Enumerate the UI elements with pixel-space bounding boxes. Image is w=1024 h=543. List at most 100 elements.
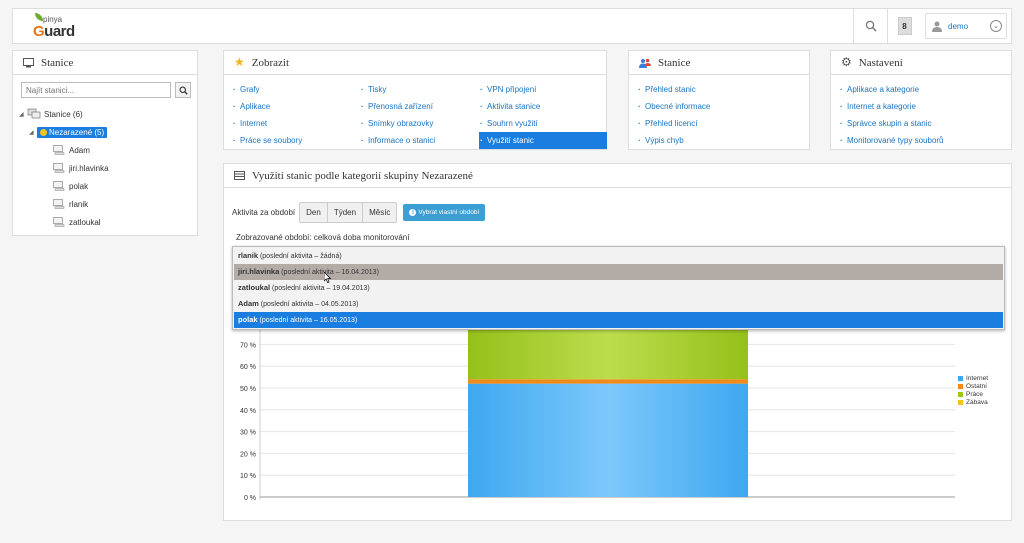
tree-station[interactable]: jiri.hlavinka	[19, 159, 109, 177]
stations-panel: Stanice ◢ Stanice (6) ◢ Nezarazené (5) A…	[12, 50, 198, 236]
legend-item[interactable]: Práce	[958, 390, 988, 398]
view-link[interactable]: Aplikace	[232, 98, 352, 115]
view-panel: ★ Zobrazit Grafy Aplikace Internet Práce…	[223, 50, 607, 150]
expand-triangle-icon[interactable]: ◢	[29, 129, 37, 136]
dropdown-option[interactable]: zatloukal (poslední aktivita – 19.04.201…	[234, 280, 1003, 296]
legend-label: Zábava	[966, 398, 988, 406]
y-tick-label: 50 %	[240, 386, 256, 393]
view-col-1: Grafy Aplikace Internet Práce se soubory	[232, 81, 352, 149]
settings-link[interactable]: Internet a kategorie	[839, 98, 1009, 115]
app-logo[interactable]: pinya Guard	[23, 13, 83, 41]
view-link[interactable]: Práce se soubory	[232, 132, 352, 149]
computer-icon	[53, 163, 65, 173]
station-label: zatloukal	[69, 217, 101, 227]
search-icon	[865, 20, 877, 32]
y-tick-label: 10 %	[240, 473, 256, 480]
view-link[interactable]: Přenosná zařízení	[360, 98, 480, 115]
station-label: jiri.hlavinka	[69, 163, 109, 173]
tree-root-label: Stanice (6)	[44, 109, 83, 119]
option-station-name: polak	[238, 315, 258, 324]
station-panel-title: Stanice	[658, 56, 691, 69]
station-panel: Stanice Přehled stanic Obecné informace …	[628, 50, 810, 150]
station-link[interactable]: Přehled licencí	[637, 115, 797, 132]
computer-icon	[53, 199, 65, 209]
legend-swatch	[958, 383, 963, 389]
gear-icon: ⚙	[841, 55, 852, 69]
tree-station[interactable]: zatloukal	[19, 213, 109, 231]
station-link[interactable]: Přehled stanic	[637, 81, 797, 98]
users-icon	[639, 58, 651, 68]
tree-station[interactable]: Adam	[19, 141, 109, 159]
computers-icon	[27, 108, 41, 119]
view-link[interactable]: VPN připojení	[479, 81, 607, 98]
station-tree: ◢ Stanice (6) ◢ Nezarazené (5) Adam jiri…	[19, 105, 109, 231]
option-detail: (poslední aktivita – 04.05.2013)	[258, 301, 359, 308]
view-link[interactable]: Grafy	[232, 81, 352, 98]
legend-item[interactable]: Zábava	[958, 398, 988, 406]
mouse-cursor-icon	[324, 272, 332, 283]
computer-icon	[53, 145, 65, 155]
dropdown-option[interactable]: jiri.hlavinka (poslední aktivita – 16.04…	[234, 264, 1003, 280]
view-col-3: VPN připojení Aktivita stanice Souhrn vy…	[479, 81, 607, 149]
expand-triangle-icon[interactable]: ◢	[19, 111, 27, 118]
tree-group-selected[interactable]: Nezarazené (5)	[37, 126, 108, 138]
legend-swatch	[958, 391, 963, 397]
tree-station[interactable]: rlanik	[19, 195, 109, 213]
dropdown-option[interactable]: rlanik (poslední aktivita – žádná)	[234, 248, 1003, 264]
notifications-button[interactable]: 8	[887, 9, 921, 43]
y-tick-label: 40 %	[240, 408, 256, 415]
legend-label: Práce	[966, 390, 983, 398]
legend-swatch	[958, 399, 963, 405]
view-link[interactable]: Internet	[232, 115, 352, 132]
view-link[interactable]: Souhrn využití	[479, 115, 607, 132]
chevron-down-icon: ⌄	[990, 20, 1002, 32]
view-link[interactable]: Snímky obrazovky	[360, 115, 480, 132]
user-menu[interactable]: demo ⌄	[925, 13, 1007, 39]
bar-segment-ostatní	[468, 379, 748, 384]
station-label: Adam	[69, 145, 90, 155]
y-tick-label: 70 %	[240, 342, 256, 349]
top-bar: pinya Guard 8 demo ⌄	[12, 8, 1012, 44]
legend-label: Internet	[966, 374, 989, 382]
option-station-name: Adam	[238, 299, 259, 308]
user-name: demo	[948, 21, 969, 31]
computer-icon	[53, 217, 65, 227]
legend-item[interactable]: Ostatní	[958, 382, 988, 390]
notification-count: 8	[897, 17, 912, 35]
station-dropdown[interactable]: rlanik (poslední aktivita – žádná) jiri.h…	[232, 246, 1005, 330]
option-station-name: jiri.hlavinka	[238, 267, 280, 276]
y-tick-label: 30 %	[240, 430, 256, 437]
option-station-name: rlanik	[238, 251, 259, 260]
stations-panel-title: Stanice	[41, 56, 74, 69]
view-link[interactable]: Tisky	[360, 81, 480, 98]
settings-link[interactable]: Správce skupin a stanic	[839, 115, 1009, 132]
view-link[interactable]: Aktivita stanice	[479, 98, 607, 115]
station-panel-header: Stanice	[629, 51, 809, 75]
settings-link[interactable]: Monitorované typy souborů	[839, 132, 1009, 149]
settings-link[interactable]: Aplikace a kategorie	[839, 81, 1009, 98]
settings-panel-title: Nastavení	[858, 56, 903, 69]
dropdown-option[interactable]: Adam (poslední aktivita – 04.05.2013)	[234, 296, 1003, 312]
dropdown-option[interactable]: polak (poslední aktivita – 16.05.2013)	[234, 312, 1003, 328]
tree-root[interactable]: ◢ Stanice (6)	[19, 105, 109, 123]
view-link[interactable]: Informace o stanici	[360, 132, 480, 149]
station-link[interactable]: Výpis chyb	[637, 132, 797, 149]
station-link[interactable]: Obecné informace	[637, 98, 797, 115]
user-icon	[932, 21, 942, 32]
tree-station[interactable]: polak	[19, 177, 109, 195]
group-icon	[40, 128, 47, 136]
legend-item[interactable]: Internet	[958, 374, 988, 382]
star-icon: ★	[234, 55, 245, 69]
view-col-2: Tisky Přenosná zařízení Snímky obrazovky…	[360, 81, 480, 149]
monitor-icon	[23, 57, 34, 67]
view-link-active[interactable]: Využití stanic	[479, 132, 607, 149]
search-button[interactable]	[853, 9, 887, 43]
station-label: rlanik	[69, 199, 89, 209]
logo-bottom-text: Guard	[33, 23, 75, 40]
station-search-button[interactable]	[175, 82, 191, 98]
station-search-input[interactable]	[21, 82, 171, 98]
view-panel-header: ★ Zobrazit	[224, 51, 606, 75]
tree-group[interactable]: ◢ Nezarazené (5)	[19, 123, 109, 141]
station-label: polak	[69, 181, 89, 191]
bar-segment-internet	[468, 383, 748, 497]
